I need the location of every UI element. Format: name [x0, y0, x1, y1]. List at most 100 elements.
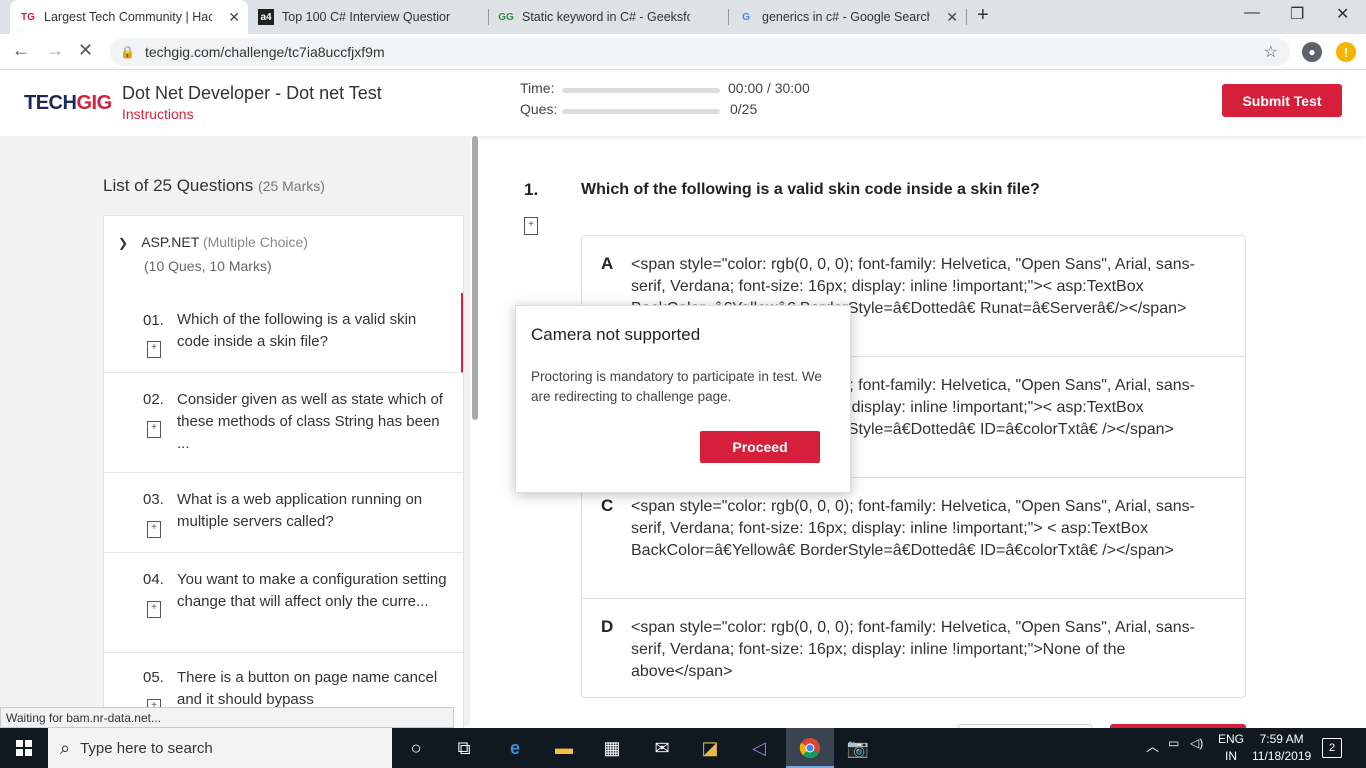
- chrome-icon[interactable]: [798, 736, 822, 760]
- instructions-link[interactable]: Instructions: [122, 106, 194, 122]
- bookmark-add-icon[interactable]: +: [147, 421, 161, 438]
- notification-count: 2: [1328, 742, 1336, 754]
- close-window-icon[interactable]: ✕: [1336, 4, 1349, 24]
- question-list-item[interactable]: 04. You want to make a configuration set…: [104, 553, 463, 653]
- language-indicator[interactable]: ENG IN: [1218, 731, 1244, 765]
- option-text: <span style="color: rgb(0, 0, 0); font-f…: [631, 498, 1195, 559]
- mail-icon[interactable]: ✉: [650, 736, 674, 760]
- app-icon[interactable]: ◪: [698, 736, 722, 760]
- bookmark-add-icon[interactable]: +: [147, 521, 161, 538]
- question-number: 02.: [143, 391, 164, 408]
- option-c[interactable]: C <span style="color: rgb(0, 0, 0); font…: [582, 478, 1245, 599]
- question-number: 04.: [143, 571, 164, 588]
- windows-taskbar: ⌕ Type here to search ○ ⧉ e ▬ ▦ ✉ ◪ ◁ 📷 …: [0, 728, 1366, 768]
- site-header: TECHGIG Dot Net Developer - Dot net Test…: [0, 70, 1366, 136]
- close-tab-icon[interactable]: ✕: [228, 9, 240, 26]
- section-header[interactable]: ❯ ASP.NET (Multiple Choice): [118, 234, 308, 250]
- google-favicon-icon: G: [742, 11, 750, 23]
- geeksforgeeks-favicon-icon: GG: [498, 11, 514, 23]
- visual-studio-icon[interactable]: ◁: [747, 736, 771, 760]
- browser-tab-geeks[interactable]: GG Static keyword in C# - GeeksforG: [488, 0, 728, 34]
- ques-label: Ques:: [520, 101, 558, 117]
- lang-code: ENG: [1218, 732, 1245, 746]
- test-title: Dot Net Developer - Dot net Test: [122, 83, 382, 103]
- cortana-icon[interactable]: ○: [404, 736, 428, 760]
- question-heading: Which of the following is a valid skin c…: [581, 181, 1040, 198]
- camera-not-supported-dialog: Camera not supported Proctoring is manda…: [515, 305, 851, 493]
- question-list-card: ❯ ASP.NET (Multiple Choice) (10 Ques, 10…: [103, 215, 464, 735]
- question-index: 1.: [524, 180, 539, 199]
- bookmark-add-icon[interactable]: +: [524, 217, 538, 235]
- logo-accent-text: GIG: [76, 92, 112, 114]
- bookmark-add-icon[interactable]: +: [147, 341, 161, 358]
- proceed-button[interactable]: Proceed: [700, 431, 820, 463]
- task-view-icon[interactable]: ⧉: [452, 736, 476, 760]
- back-icon[interactable]: ←: [12, 40, 30, 61]
- windows-start-icon[interactable]: [0, 728, 48, 768]
- file-explorer-icon[interactable]: ▬: [552, 736, 576, 760]
- url-text[interactable]: techgig.com/challenge/tc7ia8uccfjxf9m: [145, 44, 385, 60]
- ques-progress-bar: [562, 109, 720, 114]
- option-letter: D: [601, 617, 614, 636]
- taskbar-search-input[interactable]: ⌕ Type here to search: [48, 728, 392, 768]
- section-summary: (10 Ques, 10 Marks): [144, 258, 272, 274]
- question-text: What is a web application running on mul…: [177, 491, 423, 530]
- question-list-panel: List of 25 Questions (25 Marks) ❯ ASP.NE…: [0, 136, 470, 735]
- close-tab-icon[interactable]: ✕: [946, 9, 958, 26]
- section-name: ASP.NET: [141, 234, 200, 250]
- lang-region: IN: [1225, 749, 1237, 763]
- address-bar[interactable]: 🔒 techgig.com/challenge/tc7ia8uccfjxf9m …: [110, 38, 1290, 66]
- list-marks: (25 Marks): [258, 178, 325, 194]
- dialog-title: Camera not supported: [531, 325, 701, 344]
- submit-test-button[interactable]: Submit Test: [1222, 84, 1342, 117]
- lock-icon[interactable]: 🔒: [120, 45, 135, 59]
- search-placeholder: Type here to search: [80, 739, 213, 757]
- techgig-logo[interactable]: TECHGIG: [24, 92, 112, 115]
- stop-loading-icon[interactable]: ✕: [78, 40, 93, 61]
- ques-value: 0/25: [730, 101, 758, 117]
- maximize-icon[interactable]: ❐: [1290, 4, 1304, 24]
- update-alert-icon[interactable]: !: [1336, 42, 1356, 62]
- store-icon[interactable]: ▦: [600, 736, 624, 760]
- question-list-item[interactable]: 02. Consider given as well as state whic…: [104, 373, 463, 473]
- edge-browser-icon[interactable]: e: [503, 736, 527, 760]
- network-icon[interactable]: ▭: [1168, 736, 1179, 750]
- bookmark-add-icon[interactable]: +: [147, 601, 161, 618]
- camera-app-icon[interactable]: 📷: [846, 736, 870, 760]
- question-number: 05.: [143, 669, 164, 686]
- question-text: You want to make a configuration setting…: [177, 571, 447, 610]
- browser-tab-interview[interactable]: a4 Top 100 C# Interview Questions a: [248, 0, 488, 34]
- system-clock[interactable]: 7:59 AM 11/18/2019: [1252, 731, 1311, 765]
- clock-date: 11/18/2019: [1252, 749, 1312, 763]
- browser-tab-techgig[interactable]: TG Largest Tech Community | Hacka ✕: [10, 0, 248, 34]
- time-progress-bar: [562, 88, 720, 93]
- option-letter: C: [601, 496, 614, 515]
- profile-avatar-icon[interactable]: ●: [1302, 42, 1322, 62]
- chevron-down-icon[interactable]: ❯: [118, 236, 128, 250]
- question-text: There is a button on page name cancel an…: [177, 669, 438, 708]
- question-list-title: List of 25 Questions (25 Marks): [103, 176, 325, 196]
- question-text: Consider given as well as state which of…: [177, 391, 443, 452]
- list-title-text: List of 25 Questions: [103, 176, 254, 195]
- question-list-item[interactable]: 03. What is a web application running on…: [104, 473, 463, 553]
- tray-expand-icon[interactable]: ︿: [1146, 736, 1159, 755]
- techgig-favicon-icon: TG: [21, 11, 35, 23]
- logo-text: TECH: [24, 92, 77, 114]
- browser-status-bar: Waiting for bam.nr-data.net...: [0, 707, 454, 728]
- left-panel-scrollbar[interactable]: [472, 136, 478, 420]
- search-icon: ⌕: [60, 737, 71, 758]
- minimize-icon[interactable]: —: [1244, 4, 1260, 22]
- option-d[interactable]: D <span style="color: rgb(0, 0, 0); font…: [582, 599, 1245, 697]
- question-list-item[interactable]: 01. Which of the following is a valid sk…: [104, 293, 463, 373]
- volume-icon[interactable]: ◁): [1190, 736, 1203, 750]
- question-text: Which of the following is a valid skin c…: [177, 311, 417, 350]
- notification-center-icon[interactable]: 2: [1322, 738, 1342, 758]
- section-type: (Multiple Choice): [202, 234, 308, 250]
- new-tab-icon[interactable]: +: [977, 4, 989, 27]
- browser-tab-google[interactable]: G generics in c# - Google Search ✕: [728, 0, 966, 34]
- bookmark-star-icon[interactable]: ☆: [1264, 42, 1278, 62]
- clock-time: 7:59 AM: [1259, 732, 1304, 746]
- tab-title: Top 100 C# Interview Questions a: [282, 10, 450, 24]
- forward-icon[interactable]: →: [46, 40, 64, 61]
- time-label: Time:: [520, 80, 555, 96]
